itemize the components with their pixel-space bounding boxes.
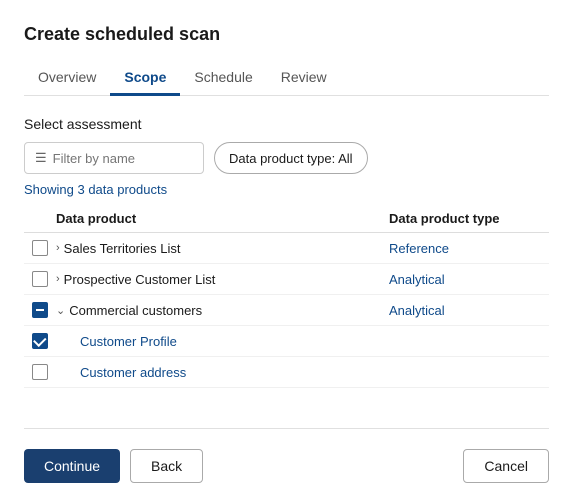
checkbox-cell[interactable]	[24, 333, 56, 349]
row3-type: Analytical	[389, 303, 549, 318]
row5-label: Customer address	[80, 365, 186, 380]
tab-bar: Overview Scope Schedule Review	[24, 61, 549, 96]
filter-input-container[interactable]: ☰	[24, 142, 204, 174]
row2-name: › Prospective Customer List	[56, 272, 389, 287]
row2-checkbox[interactable]	[32, 271, 48, 287]
filter-icon: ☰	[35, 150, 47, 166]
tab-schedule[interactable]: Schedule	[180, 61, 266, 96]
chevron-down-icon: ⌄	[56, 304, 65, 317]
back-button[interactable]: Back	[130, 449, 203, 483]
row5-checkbox[interactable]	[32, 364, 48, 380]
cancel-button[interactable]: Cancel	[463, 449, 549, 483]
checkbox-cell[interactable]	[24, 271, 56, 287]
row3-name: ⌄ Commercial customers	[56, 303, 389, 318]
checkbox-cell[interactable]	[24, 302, 56, 318]
row1-label: Sales Territories List	[64, 241, 181, 256]
chevron-right-icon: ›	[56, 242, 60, 254]
row1-checkbox[interactable]	[32, 240, 48, 256]
table-row: › Prospective Customer List Analytical	[24, 264, 549, 295]
row2-type: Analytical	[389, 272, 549, 287]
row3-checkbox[interactable]	[32, 302, 48, 318]
showing-count: Showing 3 data products	[24, 182, 549, 197]
row3-label: Commercial customers	[69, 303, 202, 318]
tab-review[interactable]: Review	[267, 61, 341, 96]
row4-label: Customer Profile	[80, 334, 177, 349]
row1-type: Reference	[389, 241, 549, 256]
filter-row: ☰ Data product type: All	[24, 142, 549, 174]
row4-checkbox[interactable]	[32, 333, 48, 349]
table-row: ⌄ Commercial customers Analytical	[24, 295, 549, 326]
table-row: Customer address	[24, 357, 549, 388]
col-data-product-type: Data product type	[389, 211, 549, 226]
chevron-right-icon: ›	[56, 273, 60, 285]
row1-name: › Sales Territories List	[56, 241, 389, 256]
table-row: Customer Profile	[24, 326, 549, 357]
footer: Continue Back Cancel	[24, 428, 549, 483]
row4-name: Customer Profile	[56, 334, 389, 349]
data-product-type-button[interactable]: Data product type: All	[214, 142, 368, 174]
col-data-product: Data product	[56, 211, 389, 226]
tab-overview[interactable]: Overview	[24, 61, 110, 96]
tab-scope[interactable]: Scope	[110, 61, 180, 96]
page-title: Create scheduled scan	[24, 24, 549, 45]
checkbox-cell[interactable]	[24, 364, 56, 380]
section-label: Select assessment	[24, 116, 549, 132]
table-body: › Sales Territories List Reference › Pro…	[24, 233, 549, 428]
row5-name: Customer address	[56, 365, 389, 380]
filter-by-name-input[interactable]	[53, 151, 183, 166]
checkbox-cell[interactable]	[24, 240, 56, 256]
footer-left-actions: Continue Back	[24, 449, 203, 483]
continue-button[interactable]: Continue	[24, 449, 120, 483]
create-scheduled-scan-dialog: Create scheduled scan Overview Scope Sch…	[0, 0, 573, 503]
table-row: › Sales Territories List Reference	[24, 233, 549, 264]
row2-label: Prospective Customer List	[64, 272, 216, 287]
table-header: Data product Data product type	[24, 205, 549, 233]
